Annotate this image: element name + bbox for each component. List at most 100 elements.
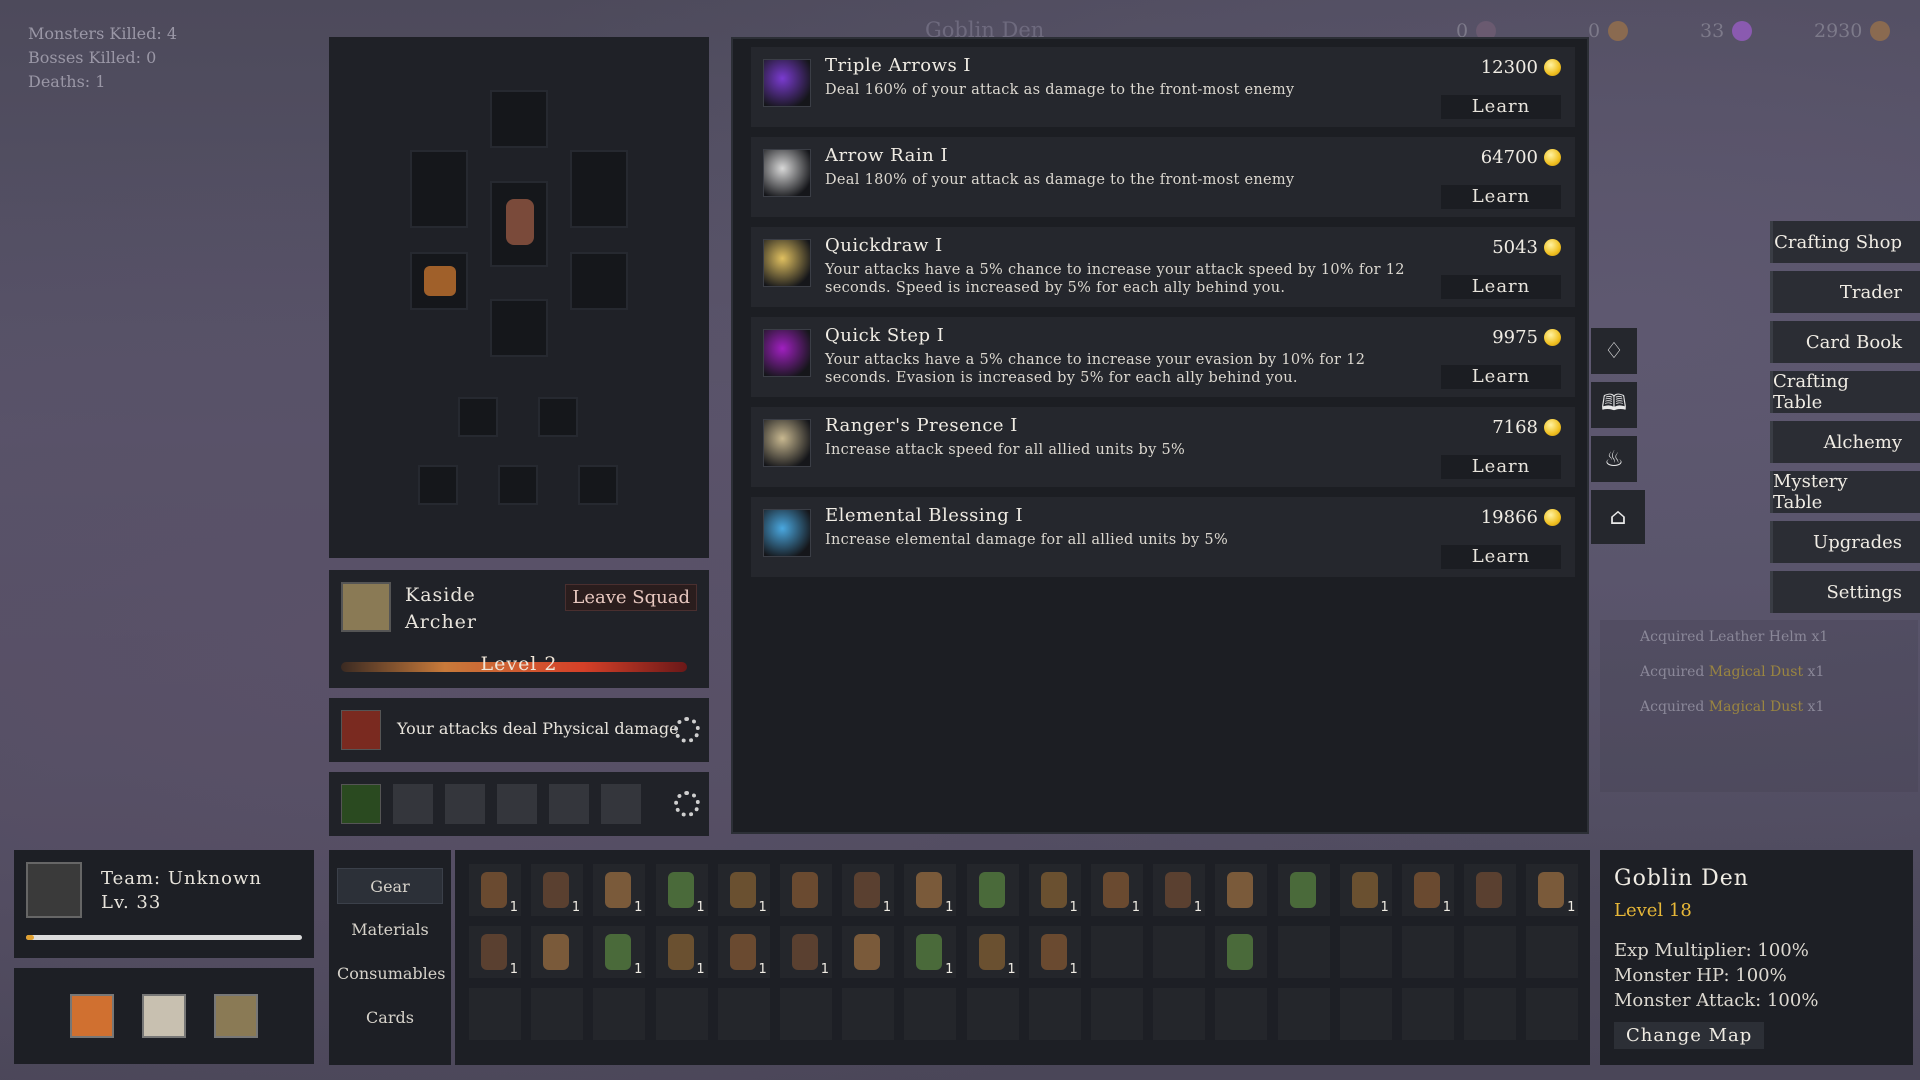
inventory-slot[interactable]: 1 <box>904 864 957 916</box>
inventory-slot[interactable] <box>469 988 521 1040</box>
inventory-slot[interactable]: 1 <box>655 926 708 978</box>
inventory-slot[interactable] <box>717 988 770 1040</box>
offhand-slot[interactable] <box>570 252 628 310</box>
tab-cards[interactable]: Cards <box>337 1000 443 1036</box>
squad-member-portrait[interactable] <box>142 994 186 1038</box>
inventory-slot[interactable] <box>780 988 832 1040</box>
inventory-slot[interactable] <box>1402 926 1454 978</box>
inventory-slot[interactable] <box>655 988 708 1040</box>
menu-button-upgrades[interactable]: Upgrades <box>1770 521 1920 563</box>
trinket-slot-3[interactable] <box>578 465 618 505</box>
inventory-slot[interactable] <box>1526 926 1579 978</box>
inventory-slot[interactable] <box>1402 988 1454 1040</box>
squad-member-portrait[interactable] <box>70 994 114 1038</box>
inventory-slot[interactable] <box>842 926 895 978</box>
tab-gear[interactable]: Gear <box>337 868 443 904</box>
hero-portrait[interactable] <box>341 582 391 632</box>
empty-skill-slot[interactable] <box>445 784 485 824</box>
fire-icon[interactable]: ♨ <box>1591 436 1637 482</box>
menu-button-mystery-table[interactable]: Mystery Table <box>1770 471 1920 513</box>
menu-button-crafting-shop[interactable]: Crafting Shop <box>1770 221 1920 263</box>
inventory-slot[interactable] <box>1464 988 1517 1040</box>
inventory-slot[interactable] <box>1091 926 1143 978</box>
inventory-slot[interactable]: 1 <box>593 864 646 916</box>
inventory-slot[interactable]: 1 <box>904 926 957 978</box>
tab-materials[interactable]: Materials <box>337 912 443 948</box>
inventory-slot[interactable]: 1 <box>966 926 1019 978</box>
inventory-slot[interactable] <box>1153 988 1206 1040</box>
inventory-slot[interactable] <box>1028 988 1081 1040</box>
legs-slot[interactable] <box>490 299 548 357</box>
shop-icon[interactable]: ⌂ <box>1591 490 1645 544</box>
inventory-slot[interactable]: 1 <box>717 926 770 978</box>
inventory-slot[interactable] <box>1153 926 1206 978</box>
inventory-slot[interactable] <box>966 864 1019 916</box>
learn-button[interactable]: Learn <box>1441 545 1561 569</box>
learn-button[interactable]: Learn <box>1441 455 1561 479</box>
chest-slot[interactable] <box>490 181 548 267</box>
empty-skill-slot[interactable] <box>601 784 641 824</box>
inventory-slot[interactable] <box>531 988 584 1040</box>
ring-slot-2[interactable] <box>538 397 578 437</box>
inventory-slot[interactable] <box>1339 988 1392 1040</box>
inventory-slot[interactable] <box>1277 864 1330 916</box>
skill-settings-gear-icon[interactable] <box>674 791 700 817</box>
learn-button[interactable]: Learn <box>1441 95 1561 119</box>
inventory-slot[interactable]: 1 <box>717 864 770 916</box>
menu-button-crafting-table[interactable]: Crafting Table <box>1770 371 1920 413</box>
inventory-slot[interactable]: 1 <box>469 864 521 916</box>
inventory-slot[interactable]: 1 <box>1028 864 1081 916</box>
inventory-slot[interactable] <box>904 988 957 1040</box>
menu-button-alchemy[interactable]: Alchemy <box>1770 421 1920 463</box>
inventory-slot[interactable]: 1 <box>1091 864 1143 916</box>
inventory-slot[interactable]: 1 <box>1028 926 1081 978</box>
inventory-slot[interactable] <box>531 926 584 978</box>
inventory-slot[interactable] <box>1526 988 1579 1040</box>
book-icon[interactable]: 🕮 <box>1591 382 1637 428</box>
inventory-slot[interactable] <box>1277 988 1330 1040</box>
left-slot[interactable] <box>410 150 468 228</box>
inventory-slot[interactable] <box>780 864 832 916</box>
inventory-slot[interactable]: 1 <box>1339 864 1392 916</box>
inventory-slot[interactable] <box>593 988 646 1040</box>
menu-button-trader[interactable]: Trader <box>1770 271 1920 313</box>
empty-skill-slot[interactable] <box>549 784 589 824</box>
inventory-slot[interactable] <box>842 988 895 1040</box>
bow-skill-icon[interactable] <box>341 784 381 824</box>
inventory-slot[interactable] <box>1091 988 1143 1040</box>
cards-icon[interactable]: ♢ <box>1591 328 1637 374</box>
inventory-slot[interactable]: 1 <box>1402 864 1454 916</box>
inventory-slot[interactable]: 1 <box>1526 864 1579 916</box>
inventory-slot[interactable]: 1 <box>655 864 708 916</box>
inventory-slot[interactable]: 1 <box>469 926 521 978</box>
menu-button-settings[interactable]: Settings <box>1770 571 1920 613</box>
inventory-slot[interactable]: 1 <box>780 926 832 978</box>
helm-slot[interactable] <box>490 90 548 148</box>
squad-member-portrait[interactable] <box>214 994 258 1038</box>
inventory-slot[interactable] <box>1464 926 1517 978</box>
ring-slot-1[interactable] <box>458 397 498 437</box>
change-map-button[interactable]: Change Map <box>1614 1022 1765 1049</box>
empty-skill-slot[interactable] <box>497 784 537 824</box>
settings-gear-icon[interactable] <box>674 717 700 743</box>
inventory-slot[interactable] <box>1215 926 1268 978</box>
tab-consumables[interactable]: Consumables <box>337 956 445 992</box>
right-slot[interactable] <box>570 150 628 228</box>
inventory-slot[interactable]: 1 <box>531 864 584 916</box>
inventory-slot[interactable]: 1 <box>842 864 895 916</box>
learn-button[interactable]: Learn <box>1441 275 1561 299</box>
inventory-slot[interactable] <box>1215 864 1268 916</box>
leave-squad-button[interactable]: Leave Squad <box>565 584 697 611</box>
inventory-slot[interactable]: 1 <box>593 926 646 978</box>
inventory-slot[interactable] <box>966 988 1019 1040</box>
menu-button-card-book[interactable]: Card Book <box>1770 321 1920 363</box>
empty-skill-slot[interactable] <box>393 784 433 824</box>
inventory-slot[interactable] <box>1464 864 1517 916</box>
trinket-slot-1[interactable] <box>418 465 458 505</box>
inventory-slot[interactable]: 1 <box>1153 864 1206 916</box>
inventory-slot[interactable] <box>1339 926 1392 978</box>
trinket-slot-2[interactable] <box>498 465 538 505</box>
learn-button[interactable]: Learn <box>1441 365 1561 389</box>
inventory-slot[interactable] <box>1215 988 1268 1040</box>
inventory-slot[interactable] <box>1277 926 1330 978</box>
